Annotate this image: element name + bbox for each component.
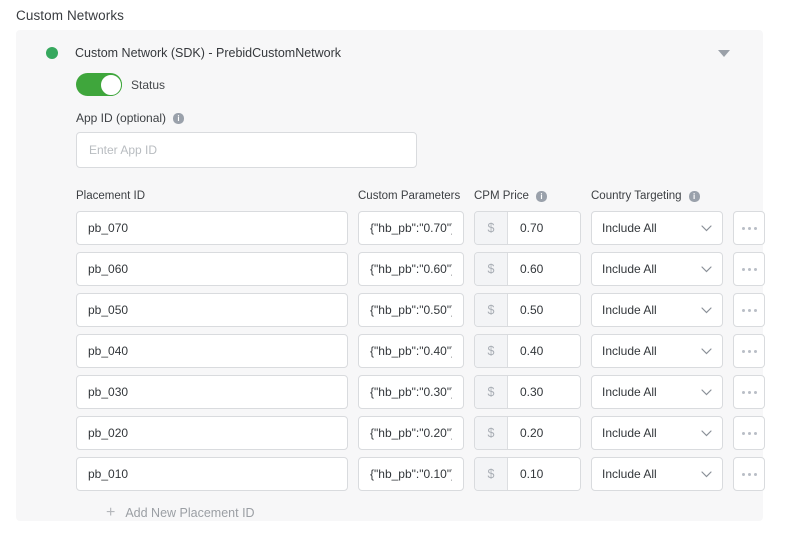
currency-symbol: $: [475, 417, 508, 449]
network-status-dot-icon: [46, 47, 58, 59]
country-targeting-select[interactable]: Include All: [591, 375, 723, 409]
add-placement-button[interactable]: + Add New Placement ID: [106, 506, 736, 520]
cpm-price-input[interactable]: [508, 212, 580, 244]
cpm-price-input[interactable]: [508, 335, 580, 367]
toggle-knob: [100, 74, 122, 96]
country-targeting-select[interactable]: Include All: [591, 293, 723, 327]
placement-row: $ Include All: [76, 416, 765, 450]
country-targeting-field: Include All: [591, 457, 723, 491]
cpm-price-input[interactable]: [508, 458, 580, 490]
country-targeting-select[interactable]: Include All: [591, 252, 723, 286]
placement-row: $ Include All: [76, 211, 765, 245]
placements-table: Placement ID Custom Parameters CPM Price…: [76, 190, 736, 520]
placement-id-input[interactable]: [76, 293, 348, 327]
currency-symbol: $: [475, 335, 508, 367]
placements-header-row: Placement ID Custom Parameters CPM Price…: [76, 190, 736, 202]
info-icon[interactable]: i: [536, 191, 547, 202]
page-title: Custom Networks: [16, 8, 124, 23]
placement-id-input[interactable]: [76, 416, 348, 450]
placement-row: $ Include All: [76, 334, 765, 368]
currency-symbol: $: [475, 253, 508, 285]
status-label: Status: [131, 78, 165, 92]
cpm-price-input[interactable]: [508, 417, 580, 449]
row-options-button[interactable]: [733, 416, 765, 450]
info-icon[interactable]: i: [689, 191, 700, 202]
country-targeting-select[interactable]: Include All: [591, 211, 723, 245]
country-targeting-field: Include All: [591, 416, 723, 450]
currency-symbol: $: [475, 212, 508, 244]
custom-parameters-input[interactable]: [358, 211, 464, 245]
country-targeting-select[interactable]: Include All: [591, 416, 723, 450]
placement-id-input[interactable]: [76, 211, 348, 245]
country-targeting-field: Include All: [591, 252, 723, 286]
cpm-price-field: $: [474, 293, 581, 327]
currency-symbol: $: [475, 376, 508, 408]
country-targeting-header-label: Country Targeting: [591, 190, 682, 202]
network-header: Custom Network (SDK) - PrebidCustomNetwo…: [46, 46, 736, 60]
plus-icon: +: [106, 506, 115, 520]
country-targeting-select[interactable]: Include All: [591, 334, 723, 368]
country-targeting-field: Include All: [591, 375, 723, 409]
custom-parameters-input[interactable]: [358, 252, 464, 286]
app-id-label-row: App ID (optional) i: [76, 111, 736, 125]
cpm-price-field: $: [474, 416, 581, 450]
cpm-price-field: $: [474, 211, 581, 245]
country-targeting-field: Include All: [591, 211, 723, 245]
cpm-price-field: $: [474, 375, 581, 409]
row-options-button[interactable]: [733, 293, 765, 327]
status-row: Status: [76, 73, 736, 96]
cpm-price-field: $: [474, 334, 581, 368]
cpm-price-input[interactable]: [508, 253, 580, 285]
custom-network-card: Custom Network (SDK) - PrebidCustomNetwo…: [16, 30, 763, 521]
app-id-input[interactable]: [76, 132, 417, 168]
row-options-button[interactable]: [733, 252, 765, 286]
cpm-price-input[interactable]: [508, 376, 580, 408]
info-icon[interactable]: i: [173, 113, 184, 124]
cpm-price-field: $: [474, 457, 581, 491]
placement-id-input[interactable]: [76, 375, 348, 409]
placement-row: $ Include All: [76, 375, 765, 409]
placement-id-input[interactable]: [76, 334, 348, 368]
placement-id-input[interactable]: [76, 457, 348, 491]
row-options-button[interactable]: [733, 334, 765, 368]
placement-id-input[interactable]: [76, 252, 348, 286]
custom-parameters-column-header: Custom Parameters: [358, 190, 464, 202]
placement-id-column-header: Placement ID: [76, 190, 348, 202]
country-targeting-field: Include All: [591, 293, 723, 327]
placement-row: $ Include All: [76, 252, 765, 286]
app-id-label: App ID (optional): [76, 111, 166, 125]
cpm-price-column-header: CPM Price i: [474, 190, 581, 202]
country-targeting-column-header: Country Targeting i: [591, 190, 723, 202]
custom-networks-page: Custom Networks Custom Network (SDK) - P…: [0, 0, 798, 541]
custom-parameters-input[interactable]: [358, 375, 464, 409]
custom-parameters-header-label: Custom Parameters: [358, 190, 460, 202]
country-targeting-field: Include All: [591, 334, 723, 368]
cpm-price-field: $: [474, 252, 581, 286]
row-options-button[interactable]: [733, 211, 765, 245]
placement-row: $ Include All: [76, 293, 765, 327]
cpm-price-header-label: CPM Price: [474, 190, 529, 202]
add-placement-label: Add New Placement ID: [125, 506, 254, 520]
placement-id-header-label: Placement ID: [76, 190, 145, 202]
custom-parameters-input[interactable]: [358, 457, 464, 491]
placement-row: $ Include All: [76, 457, 765, 491]
currency-symbol: $: [475, 294, 508, 326]
custom-parameters-input[interactable]: [358, 416, 464, 450]
network-title: Custom Network (SDK) - PrebidCustomNetwo…: [75, 46, 341, 60]
status-toggle[interactable]: [76, 73, 122, 96]
cpm-price-input[interactable]: [508, 294, 580, 326]
collapse-caret-icon[interactable]: [718, 50, 730, 57]
custom-parameters-input[interactable]: [358, 334, 464, 368]
country-targeting-select[interactable]: Include All: [591, 457, 723, 491]
row-options-button[interactable]: [733, 375, 765, 409]
custom-parameters-input[interactable]: [358, 293, 464, 327]
placement-rows: $ Include All: [76, 211, 736, 491]
currency-symbol: $: [475, 458, 508, 490]
row-options-button[interactable]: [733, 457, 765, 491]
